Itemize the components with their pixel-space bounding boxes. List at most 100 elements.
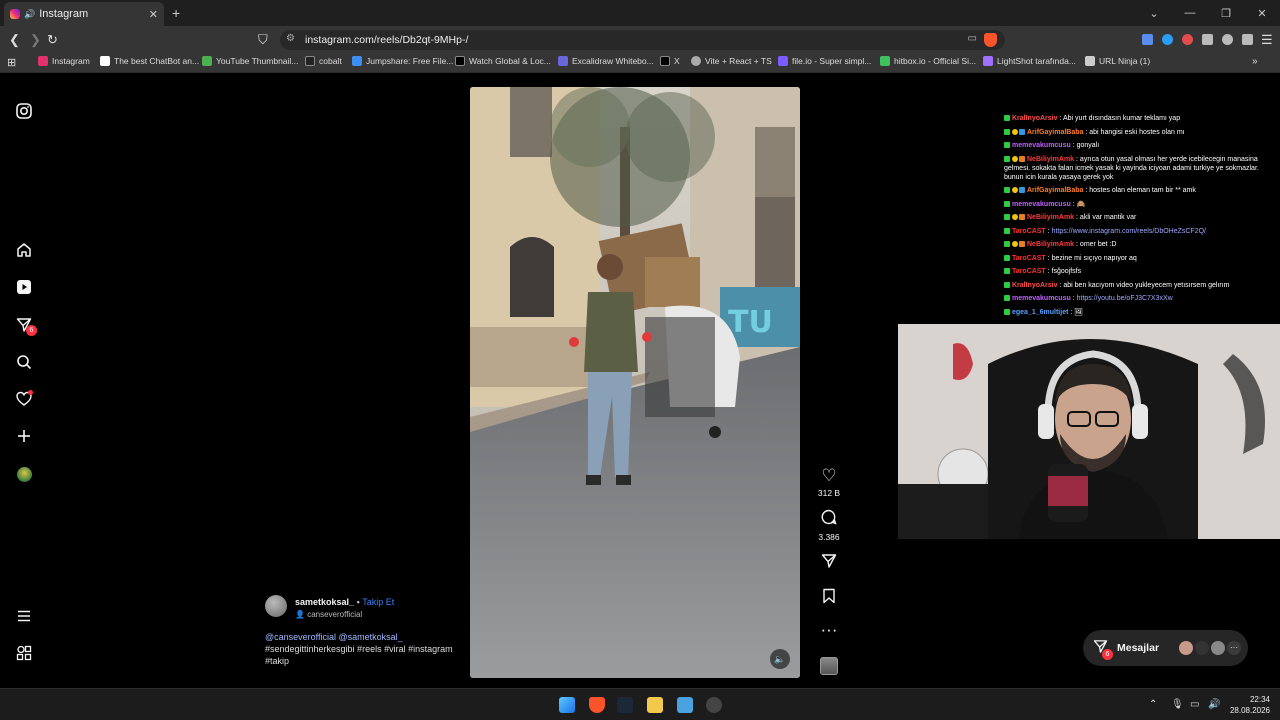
direct-messages-icon[interactable]: 6 bbox=[14, 315, 37, 336]
minimize-button[interactable]: — bbox=[1172, 7, 1208, 19]
back-icon[interactable]: ❮ bbox=[9, 32, 20, 48]
caption-text: @canseverofficial @sametkoksal_ #sendegi… bbox=[265, 631, 455, 667]
address-bar[interactable]: ⚙ instagram.com/reels/Db2qt-9MHp-/ ▭ bbox=[280, 30, 1005, 50]
chat-username: ArifGayimalBaba bbox=[1027, 187, 1084, 194]
tray-overflow-icon[interactable]: ⌃ bbox=[1149, 699, 1157, 710]
site-info-icon[interactable]: ⚙ bbox=[286, 33, 295, 44]
volume-icon[interactable]: 🔊 bbox=[1208, 699, 1220, 710]
browser-tab[interactable]: 🔊 Instagram ✕ bbox=[4, 2, 164, 26]
chat-link[interactable]: https://www.instagram.com/reels/DbOHeZsC… bbox=[1052, 228, 1206, 235]
downloads-icon[interactable] bbox=[1222, 34, 1233, 45]
app-icon[interactable] bbox=[677, 697, 693, 713]
heart-icon: ♡ bbox=[821, 466, 837, 485]
chat-username: KralInyoArsiv bbox=[1012, 281, 1058, 289]
extension-icon[interactable] bbox=[1142, 34, 1153, 45]
cast-icon[interactable]: ▭ bbox=[968, 33, 977, 44]
file-explorer-icon[interactable] bbox=[647, 697, 663, 713]
windows-start-icon[interactable] bbox=[559, 697, 575, 713]
bookmark-item[interactable]: Excalidraw Whitebo... bbox=[558, 56, 654, 66]
bookmark-item[interactable]: hitbox.io - Official Si... bbox=[880, 56, 976, 66]
vpn-icon[interactable] bbox=[1242, 34, 1253, 45]
author-username[interactable]: sametkoksal_ bbox=[295, 597, 354, 607]
follow-button[interactable]: Takip Et bbox=[362, 597, 394, 607]
comment-button[interactable]: 3.386 bbox=[815, 509, 843, 542]
chat-username: TaroCAST bbox=[1012, 268, 1046, 275]
chat-message: TaroCAST : fsğoojfsfs bbox=[1004, 267, 1280, 276]
close-tab-icon[interactable]: ✕ bbox=[149, 8, 158, 21]
share-button[interactable] bbox=[815, 553, 843, 573]
tab-list-icon[interactable]: ⌄ bbox=[1136, 7, 1172, 20]
reload-icon[interactable]: ↻ bbox=[47, 32, 58, 48]
bookmark-item[interactable]: LightShot tarafında... bbox=[983, 56, 1076, 66]
notifications-heart-icon[interactable] bbox=[14, 389, 34, 409]
brave-shields-icon[interactable] bbox=[984, 33, 997, 47]
chat-text: omer bet :D bbox=[1079, 241, 1117, 248]
bookmark-item[interactable]: Vite + React + TS bbox=[691, 56, 772, 66]
save-button[interactable] bbox=[815, 588, 843, 608]
reel-video[interactable]: TU 🔈 bbox=[470, 87, 800, 678]
bookmark-item[interactable]: Instagram bbox=[38, 56, 90, 66]
menu-icon[interactable]: ☰ bbox=[1261, 32, 1273, 48]
create-plus-icon[interactable] bbox=[14, 426, 34, 446]
like-button[interactable]: ♡ 312 B bbox=[815, 466, 843, 499]
profile-avatar[interactable] bbox=[14, 464, 34, 484]
contact-avatar bbox=[1179, 641, 1193, 655]
more-bookmarks-icon[interactable]: » bbox=[1252, 56, 1258, 67]
chat-badge-icon bbox=[1004, 155, 1010, 162]
search-icon[interactable] bbox=[14, 352, 34, 372]
maximize-button[interactable]: ❐ bbox=[1208, 7, 1244, 20]
reels-icon[interactable] bbox=[14, 277, 34, 297]
microphone-icon[interactable]: 🎙 bbox=[1171, 699, 1184, 710]
reel-video-frame: TU bbox=[470, 87, 800, 678]
bookmark-label: file.io - Super simpl... bbox=[792, 56, 872, 66]
chat-message: NeBiliyimAmk : ayrıca otun yasal olması … bbox=[1004, 155, 1259, 181]
mute-toggle-icon[interactable]: 🔈 bbox=[770, 649, 790, 669]
chat-text: abi ben kacıyom video yukleyecem yetısır… bbox=[1063, 281, 1230, 289]
bookmark-item[interactable]: Jumpshare: Free File... bbox=[352, 56, 453, 66]
chat-message: NeBiliyimAmk : akli var mantik var bbox=[1004, 213, 1280, 222]
close-window-button[interactable]: ✕ bbox=[1244, 7, 1280, 20]
also-from-meta-icon[interactable] bbox=[14, 643, 34, 663]
bookmark-item[interactable]: cobalt bbox=[305, 56, 342, 66]
network-icon[interactable]: ▭ bbox=[1190, 699, 1199, 710]
home-icon[interactable] bbox=[14, 240, 34, 260]
bookmark-item[interactable]: The best ChatBot an... bbox=[100, 56, 199, 66]
chat-text: 🙈 bbox=[1076, 200, 1086, 208]
caption-mentions[interactable]: @canseverofficial @sametkoksal_ bbox=[265, 632, 403, 642]
extension-icon[interactable] bbox=[1162, 34, 1173, 45]
more-options-button[interactable]: ··· bbox=[815, 621, 843, 639]
chat-text: bezine mi sıçıyo napıyor aq bbox=[1051, 254, 1137, 262]
new-tab-button[interactable]: + bbox=[172, 5, 180, 21]
extensions-puzzle-icon[interactable] bbox=[1202, 34, 1213, 45]
bookmark-item[interactable]: X bbox=[660, 56, 680, 66]
bookmark-item[interactable]: file.io - Super simpl... bbox=[778, 56, 871, 66]
chat-message: KralInyoArsiv : Abi yurt dısındasın kuma… bbox=[1004, 114, 1280, 123]
instagram-logo-icon[interactable] bbox=[14, 101, 34, 121]
bookmark-item[interactable]: Watch Global & Loc... bbox=[455, 56, 551, 66]
webcam-overlay bbox=[898, 324, 1280, 539]
obs-icon[interactable] bbox=[706, 697, 722, 713]
forward-icon[interactable]: ❯ bbox=[30, 32, 41, 48]
bookmark-item[interactable]: URL Ninja (1) bbox=[1085, 56, 1150, 66]
messages-button[interactable]: 6 Mesajlar ··· bbox=[1083, 630, 1248, 666]
bookmark-icon bbox=[202, 56, 212, 66]
author-avatar[interactable] bbox=[265, 595, 287, 617]
apps-grid-icon[interactable]: ⊞ bbox=[7, 56, 16, 69]
chat-username: memevakumcusu bbox=[1012, 142, 1071, 149]
chat-badge-icon bbox=[1004, 214, 1010, 220]
steam-icon[interactable] bbox=[617, 697, 633, 713]
system-clock[interactable]: 22:34 28.08.2026 bbox=[1230, 694, 1270, 716]
chat-link[interactable]: https://youtu.be/oFJ3C7X3xXw bbox=[1077, 295, 1173, 302]
audio-thumbnail[interactable] bbox=[815, 657, 843, 675]
chat-text: hostes olan eleman tam bir ** amk bbox=[1089, 187, 1196, 194]
bookmark-item[interactable]: YouTube Thumbnail... bbox=[202, 56, 298, 66]
more-menu-icon[interactable] bbox=[14, 606, 34, 626]
bookmark-page-icon[interactable]: ⛉ bbox=[258, 32, 268, 48]
brave-browser-icon[interactable] bbox=[589, 697, 605, 713]
tab-title: Instagram bbox=[39, 8, 89, 20]
audio-line[interactable]: 👤 canseverofficial bbox=[295, 610, 362, 619]
extension-icon[interactable] bbox=[1182, 34, 1193, 45]
chat-message: TaroCAST : https://www.instagram.com/ree… bbox=[1004, 227, 1280, 236]
caption-hashtags[interactable]: #sendegittinherkesgibi #reels #viral #in… bbox=[265, 644, 453, 666]
speaker-icon[interactable]: 🔊 bbox=[24, 9, 35, 20]
